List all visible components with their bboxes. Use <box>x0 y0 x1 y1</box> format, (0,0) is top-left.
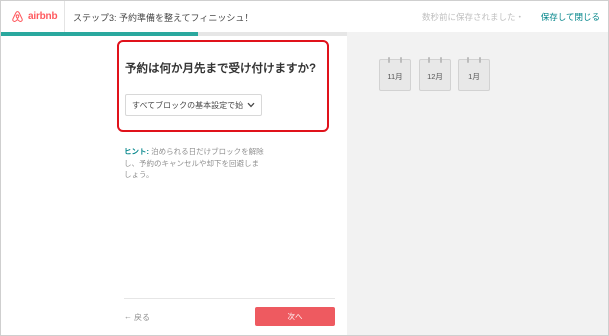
airbnb-logo-icon <box>12 11 23 22</box>
top-header: airbnb ステップ3: 予約準備を整えてフィニッシュ！ 数秒前に保存されまし… <box>1 1 608 33</box>
calendar-month-label: 12月 <box>427 72 443 81</box>
hint-line-3: しょう。 <box>124 170 154 179</box>
next-button[interactable]: 次へ <box>255 307 335 326</box>
hint-line-1: 泊められる日だけブロックを解除 <box>149 147 264 156</box>
calendar-month-icon: 1月 <box>458 57 490 91</box>
availability-select[interactable]: すべてブロックの基本設定で始 <box>125 94 262 116</box>
save-status: 数秒前に保存されました・ <box>421 12 524 22</box>
calendar-month-label: 1月 <box>468 72 480 81</box>
app-frame: airbnb ステップ3: 予約準備を整えてフィニッシュ！ 数秒前に保存されまし… <box>0 0 609 336</box>
preview-pane: 11月 12月 1月 <box>347 32 608 335</box>
header-divider <box>64 1 65 32</box>
select-value: すべてブロックの基本設定で始 <box>132 100 244 110</box>
brand-name: airbnb <box>28 11 58 22</box>
hint-line-2: し、予約のキャンセルや却下を回避しま <box>124 158 259 168</box>
highlight-box <box>117 40 329 132</box>
hint-text: ヒント: 泊められる日だけブロックを解除 し、予約のキャンセルや却下を回避しま … <box>124 146 294 181</box>
back-label: 戻る <box>134 313 150 322</box>
footer-divider <box>124 298 335 299</box>
chevron-down-icon <box>247 102 255 108</box>
question-title: 予約は何か月先まで受け付けますか? <box>125 63 317 75</box>
step-title: ステップ3: 予約準備を整えてフィニッシュ！ <box>73 13 254 23</box>
calendar-month-icon: 11月 <box>379 57 411 91</box>
hint-label: ヒント: <box>124 147 149 156</box>
back-arrow-icon: ← <box>124 312 132 321</box>
back-link[interactable]: ← 戻る <box>124 312 150 323</box>
airbnb-logo[interactable]: airbnb <box>11 10 58 23</box>
form-pane: 予約は何か月先まで受け付けますか? すべてブロックの基本設定で始 ヒント: 泊め… <box>1 36 347 335</box>
save-and-close-link[interactable]: 保存して閉じる <box>541 11 600 23</box>
calendar-month-icon: 12月 <box>419 57 451 91</box>
calendar-month-label: 11月 <box>387 72 403 81</box>
